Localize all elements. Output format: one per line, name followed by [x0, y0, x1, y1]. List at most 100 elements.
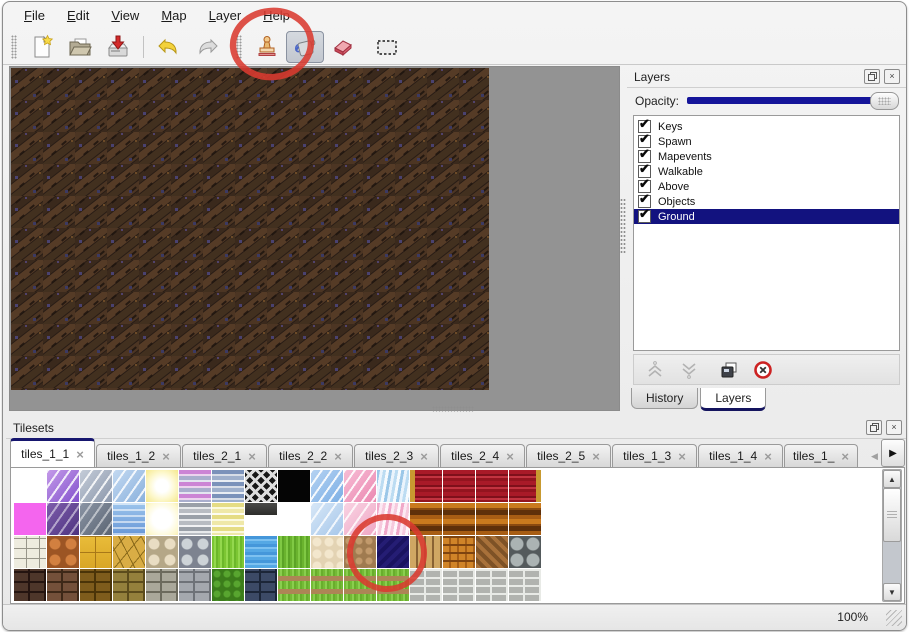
tile-glow-pale[interactable] [146, 503, 178, 535]
tab-close-icon[interactable]: × [162, 450, 170, 463]
tab-close-icon[interactable]: × [841, 450, 849, 463]
tile-glow-yellow[interactable] [146, 470, 178, 502]
tile-stripes-pink[interactable] [179, 470, 211, 502]
tab-close-icon[interactable]: × [248, 450, 256, 463]
tileset-tab-tiles_1_4[interactable]: tiles_1_4× [698, 444, 783, 467]
tile-carpet-red[interactable] [476, 470, 508, 502]
eraser-tool-button[interactable] [324, 31, 362, 63]
tile-brick-lightgray[interactable] [443, 569, 475, 601]
layer-row-ground[interactable]: ✔Ground [634, 209, 899, 224]
resize-grip[interactable] [886, 610, 902, 626]
tile-stripes-yellow[interactable] [212, 503, 244, 535]
menu-edit[interactable]: Edit [56, 5, 100, 26]
float-panel-icon[interactable] [864, 69, 880, 84]
tile-pebble-beige[interactable] [146, 536, 178, 568]
layer-row-spawn[interactable]: ✔Spawn [634, 134, 899, 149]
undo-button[interactable] [150, 31, 188, 63]
map-viewport[interactable] [9, 66, 620, 411]
new-map-button[interactable] [23, 31, 61, 63]
tile-water[interactable] [245, 536, 277, 568]
tile-glass-pink-pale[interactable] [344, 503, 376, 535]
tile-magenta[interactable] [14, 503, 46, 535]
tab-history[interactable]: History [631, 388, 698, 409]
tab-close-icon[interactable]: × [678, 450, 686, 463]
open-map-button[interactable] [61, 31, 99, 63]
tile-grass-bright[interactable] [212, 536, 244, 568]
tile-wall-darkgold[interactable] [80, 569, 112, 601]
tile-dirt[interactable] [344, 536, 376, 568]
tileset-tab-tiles_2_5[interactable]: tiles_2_5× [526, 444, 611, 467]
tile-glass-gray-dark[interactable] [80, 503, 112, 535]
tile-cobble-orange[interactable] [47, 536, 79, 568]
tileset-tab-tiles_2_2[interactable]: tiles_2_2× [268, 444, 353, 467]
tile-wood-planks[interactable] [476, 503, 508, 535]
tab-close-icon[interactable]: × [334, 450, 342, 463]
tab-close-icon[interactable]: × [420, 450, 428, 463]
layer-duplicate-button[interactable] [718, 359, 740, 381]
splitter-horizontal[interactable] [432, 406, 474, 412]
tile-wall-brown[interactable] [47, 569, 79, 601]
tile-glass-gray[interactable] [80, 470, 112, 502]
tile-stone-rounds[interactable] [509, 536, 541, 568]
tileset-tab-tiles_1_[interactable]: tiles_1_× [784, 444, 858, 467]
tab-close-icon[interactable]: × [506, 450, 514, 463]
close-panel-icon[interactable]: × [884, 69, 900, 84]
tile-glass-blue-pale[interactable] [311, 503, 343, 535]
tile-brick-lightgray[interactable] [476, 569, 508, 601]
tile-wood-planks[interactable] [410, 503, 442, 535]
tile-wall-olive[interactable] [113, 569, 145, 601]
tile-gold-crack[interactable] [113, 536, 145, 568]
tile-stripes-gray[interactable] [179, 503, 211, 535]
redo-button[interactable] [188, 31, 226, 63]
tab-close-icon[interactable]: × [592, 450, 600, 463]
float-panel-icon[interactable] [866, 420, 882, 435]
menu-layer[interactable]: Layer [198, 5, 253, 26]
tile-hedge[interactable] [212, 569, 244, 601]
tileset-scrollbar[interactable]: ▲ ▼ [882, 469, 902, 602]
tile-glass-purple[interactable] [47, 470, 79, 502]
layer-move-up-button[interactable] [644, 359, 666, 381]
tile-carpet-red[interactable] [443, 470, 475, 502]
opacity-slider-handle[interactable] [870, 92, 899, 110]
tile-farm-rows[interactable] [377, 569, 409, 601]
scroll-down-icon[interactable]: ▼ [883, 583, 901, 601]
tile-navy[interactable] [377, 536, 409, 568]
fill-tool-button[interactable] [286, 31, 324, 63]
tile-stripes-blue[interactable] [212, 470, 244, 502]
tab-close-icon[interactable]: × [76, 448, 84, 461]
tile-lattice[interactable] [245, 470, 277, 502]
close-panel-icon[interactable]: × [886, 420, 902, 435]
layer-visibility-checkbox[interactable]: ✔ [638, 210, 651, 223]
opacity-slider[interactable] [687, 92, 899, 109]
scroll-up-icon[interactable]: ▲ [883, 470, 901, 488]
tile-carpet-red-right[interactable] [509, 470, 541, 502]
tile-glass-pink[interactable] [344, 470, 376, 502]
tile-farm-rows[interactable] [311, 569, 343, 601]
tile-farm-rows[interactable] [278, 569, 310, 601]
tile-black[interactable] [278, 470, 310, 502]
tileset-tab-tiles_2_1[interactable]: tiles_2_1× [182, 444, 267, 467]
layer-delete-button[interactable] [752, 359, 774, 381]
tile-cobble-gray[interactable] [179, 536, 211, 568]
scrollbar-thumb[interactable] [883, 488, 901, 542]
tile-glass-blue2[interactable] [311, 470, 343, 502]
tile-herringbone[interactable] [476, 536, 508, 568]
tile-white[interactable] [14, 470, 46, 502]
tab-close-icon[interactable]: × [764, 450, 772, 463]
layer-row-objects[interactable]: ✔Objects [634, 194, 899, 209]
layer-row-mapevents[interactable]: ✔Mapevents [634, 149, 899, 164]
menu-map[interactable]: Map [150, 5, 197, 26]
layer-move-down-button[interactable] [678, 359, 700, 381]
tile-wall-stone[interactable] [146, 569, 178, 601]
tile-brick-lightgray[interactable] [410, 569, 442, 601]
tile-wood-planks[interactable] [443, 503, 475, 535]
menu-help[interactable]: Help [252, 5, 301, 26]
tile-grass-green[interactable] [278, 536, 310, 568]
layer-row-above[interactable]: ✔Above [634, 179, 899, 194]
tile-wood-planks[interactable] [509, 503, 541, 535]
select-tool-button[interactable] [368, 31, 406, 63]
tab-layers[interactable]: Layers [700, 388, 766, 411]
tile-wood-vert[interactable] [410, 536, 442, 568]
tile-wall-darkbrown[interactable] [14, 569, 46, 601]
toolbar-grip[interactable] [11, 35, 17, 59]
